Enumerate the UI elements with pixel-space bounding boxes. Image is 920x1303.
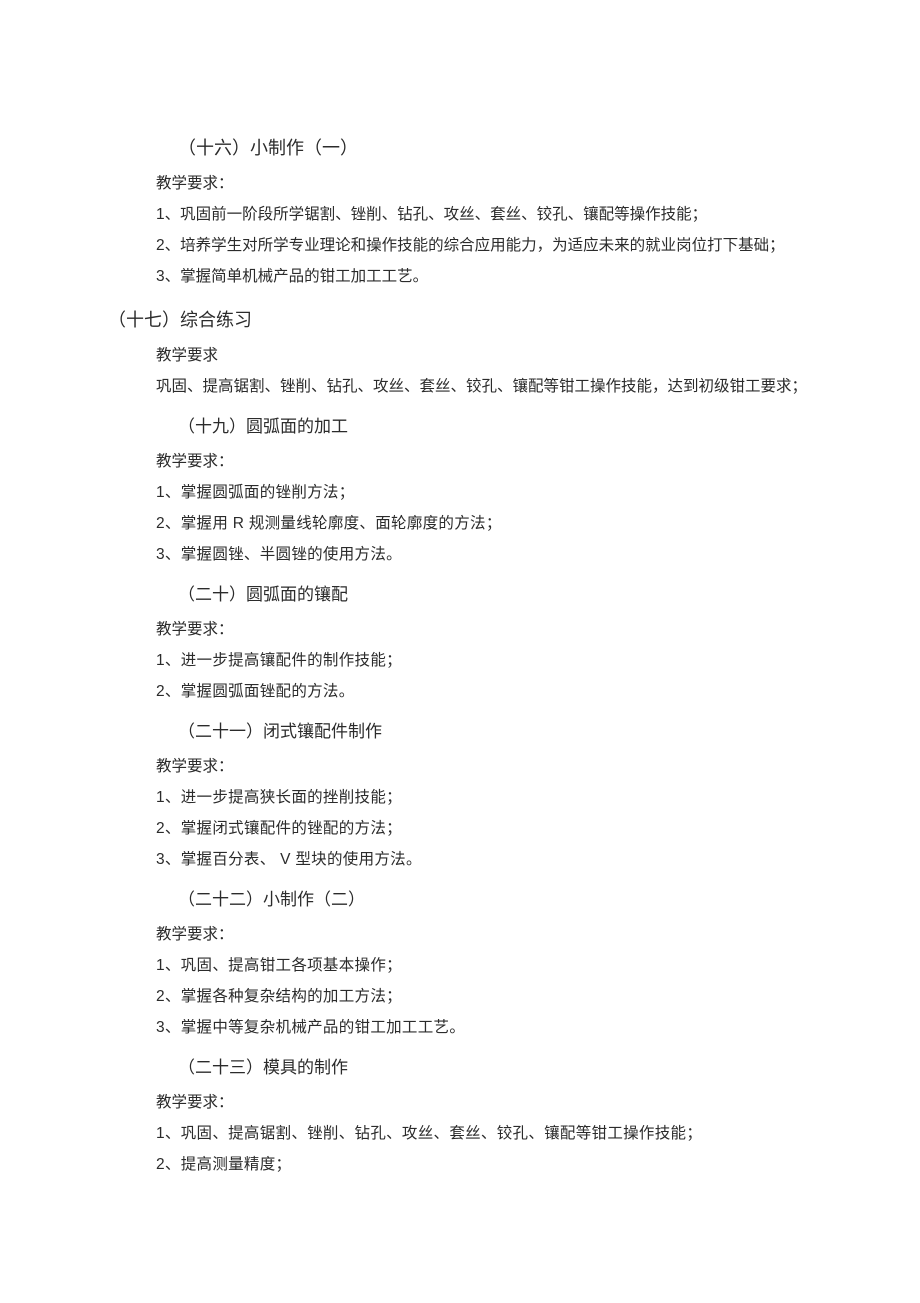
section-19-item-2: 2、掌握用 R 规测量线轮廓度、面轮廓度的方法； <box>156 508 810 539</box>
section-17-title: （十七）综合练习 <box>108 302 810 338</box>
section-20-item-1: 1、进一步提高镶配件的制作技能； <box>156 645 810 676</box>
section-21-item-2: 2、掌握闭式镶配件的锉配的方法； <box>156 813 810 844</box>
section-21-title: （二十一）闭式镶配件制作 <box>178 715 810 749</box>
section-17-req-label: 教学要求 <box>156 340 810 371</box>
section-23-req-label: 教学要求： <box>156 1087 810 1118</box>
section-22-req-label: 教学要求： <box>156 919 810 950</box>
section-22-item-3: 3、掌握中等复杂机械产品的钳工加工工艺。 <box>156 1012 810 1043</box>
section-16-item-1: 1、巩固前一阶段所学锯割、锉削、钻孔、攻丝、套丝、铰孔、镶配等操作技能； <box>156 199 810 230</box>
section-22-title: （二十二）小制作（二） <box>178 883 810 917</box>
section-17-body: 巩固、提高锯割、锉削、钻孔、攻丝、套丝、铰孔、镶配等钳工操作技能，达到初级钳工要… <box>108 371 810 402</box>
section-21-item-3: 3、掌握百分表、 V 型块的使用方法。 <box>156 844 810 875</box>
section-20-item-2: 2、掌握圆弧面锉配的方法。 <box>156 676 810 707</box>
document-page: （十六）小制作（一） 教学要求： 1、巩固前一阶段所学锯割、锉削、钻孔、攻丝、套… <box>0 0 920 1260</box>
section-23-item-1: 1、巩固、提高锯割、锉削、钻孔、攻丝、套丝、铰孔、镶配等钳工操作技能； <box>156 1118 810 1149</box>
section-16-title: （十六）小制作（一） <box>178 130 810 166</box>
section-19-item-1: 1、掌握圆弧面的锉削方法； <box>156 477 810 508</box>
section-19-req-label: 教学要求： <box>156 446 810 477</box>
section-19-title: （十九）圆弧面的加工 <box>178 410 810 444</box>
section-16-req-label: 教学要求： <box>156 168 810 199</box>
section-22-item-1: 1、巩固、提高钳工各项基本操作； <box>156 950 810 981</box>
section-20-title: （二十）圆弧面的镶配 <box>178 578 810 612</box>
section-16-item-3: 3、掌握简单机械产品的钳工加工工艺。 <box>156 261 810 292</box>
section-22-item-2: 2、掌握各种复杂结构的加工方法； <box>156 981 810 1012</box>
section-16-item-2: 2、培养学生对所学专业理论和操作技能的综合应用能力，为适应未来的就业岗位打下基础… <box>108 230 810 261</box>
section-21-req-label: 教学要求： <box>156 751 810 782</box>
section-23-item-2: 2、提高测量精度； <box>156 1149 810 1180</box>
section-23-title: （二十三）模具的制作 <box>178 1051 810 1085</box>
section-19-item-3: 3、掌握圆锉、半圆锉的使用方法。 <box>156 539 810 570</box>
section-21-item-1: 1、进一步提高狭长面的挫削技能； <box>156 782 810 813</box>
section-20-req-label: 教学要求： <box>156 614 810 645</box>
